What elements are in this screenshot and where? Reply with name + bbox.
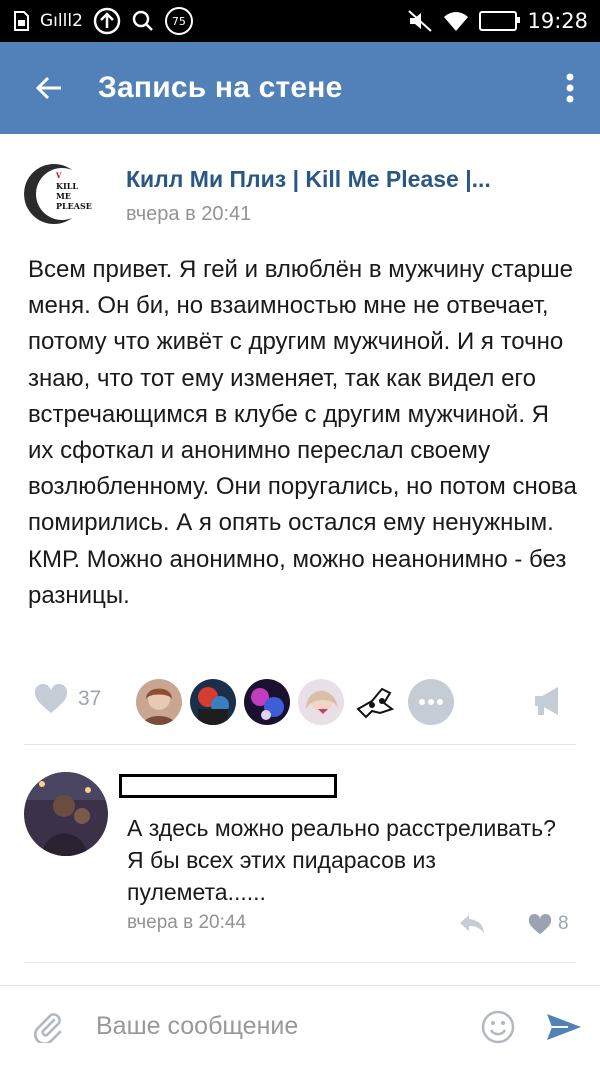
liker-avatar[interactable] bbox=[352, 679, 398, 725]
status-bar: Gılll2 75 19:28 bbox=[0, 0, 600, 42]
avatar-text-kill: KILL bbox=[56, 181, 78, 191]
liker-avatar[interactable] bbox=[298, 679, 344, 725]
post-timestamp: вчера в 20:41 bbox=[126, 203, 252, 225]
app-bar: Запись на стене bbox=[0, 42, 600, 134]
wifi-icon bbox=[443, 10, 469, 32]
heart-icon bbox=[528, 913, 552, 934]
comment-text: А здесь можно реально расстреливать?Я бы… bbox=[127, 815, 556, 905]
like-count: 37 bbox=[78, 687, 102, 710]
divider bbox=[24, 744, 576, 745]
heart-icon bbox=[34, 684, 68, 713]
send-button[interactable] bbox=[528, 986, 600, 1068]
message-input[interactable] bbox=[96, 1012, 468, 1041]
paperclip-icon bbox=[34, 1012, 62, 1043]
overflow-menu-button[interactable] bbox=[540, 42, 600, 134]
more-vertical-icon bbox=[566, 73, 574, 103]
avatar-text-me: ME bbox=[56, 191, 71, 201]
upload-icon bbox=[93, 7, 121, 35]
group-avatar[interactable]: V KILL ME PLEASE bbox=[24, 156, 100, 232]
like-button[interactable]: 37 bbox=[34, 684, 101, 714]
reply-button[interactable] bbox=[458, 913, 486, 940]
status-bar-right: 19:28 bbox=[407, 9, 588, 33]
battery-icon bbox=[479, 11, 521, 31]
post-header: V KILL ME PLEASE Килл Ми Плиз | Kill Me … bbox=[24, 156, 584, 236]
status-bar-left: Gılll2 75 bbox=[12, 7, 193, 35]
sim-icon bbox=[12, 11, 30, 31]
post-actions: 37 bbox=[0, 670, 600, 732]
arrow-left-icon bbox=[35, 76, 61, 100]
comment-like-count: 8 bbox=[558, 913, 569, 934]
comment-author-name-redacted bbox=[119, 774, 337, 798]
comment-timestamp: вчера в 20:44 bbox=[127, 912, 247, 933]
send-icon bbox=[547, 1013, 581, 1040]
liker-avatar[interactable] bbox=[190, 679, 236, 725]
avatar-text-v: V bbox=[55, 171, 62, 180]
attach-button[interactable] bbox=[0, 986, 96, 1068]
liker-avatar[interactable] bbox=[244, 679, 290, 725]
megaphone-icon bbox=[535, 687, 558, 715]
search-icon bbox=[131, 9, 155, 33]
emoji-button[interactable] bbox=[468, 986, 528, 1068]
share-button[interactable] bbox=[532, 685, 564, 722]
clock: 19:28 bbox=[527, 9, 588, 33]
signal-label: Gılll2 bbox=[40, 11, 83, 31]
page-title: Запись на стене bbox=[98, 71, 343, 104]
comment-author-avatar[interactable] bbox=[24, 772, 108, 856]
divider bbox=[24, 962, 576, 963]
smiley-icon bbox=[481, 1010, 515, 1043]
notification-badge: 75 bbox=[164, 7, 193, 35]
avatar-text-please: PLEASE bbox=[56, 201, 92, 211]
mute-icon bbox=[407, 9, 433, 33]
post-body-text: Всем привет. Я гей и влюблён в мужчину с… bbox=[28, 256, 577, 609]
more-horizontal-icon bbox=[419, 699, 443, 705]
group-name-link[interactable]: Килл Ми Плиз | Kill Me Please |... bbox=[126, 166, 491, 193]
post-meta: Килл Ми Плиз | Kill Me Please |... вчера… bbox=[126, 156, 491, 236]
liker-avatar[interactable] bbox=[136, 679, 182, 725]
comment-like-button[interactable]: 8 bbox=[528, 913, 569, 935]
more-likers-button[interactable] bbox=[408, 679, 454, 725]
back-button[interactable] bbox=[0, 42, 98, 134]
reply-icon bbox=[460, 915, 484, 933]
message-composer bbox=[0, 985, 600, 1067]
